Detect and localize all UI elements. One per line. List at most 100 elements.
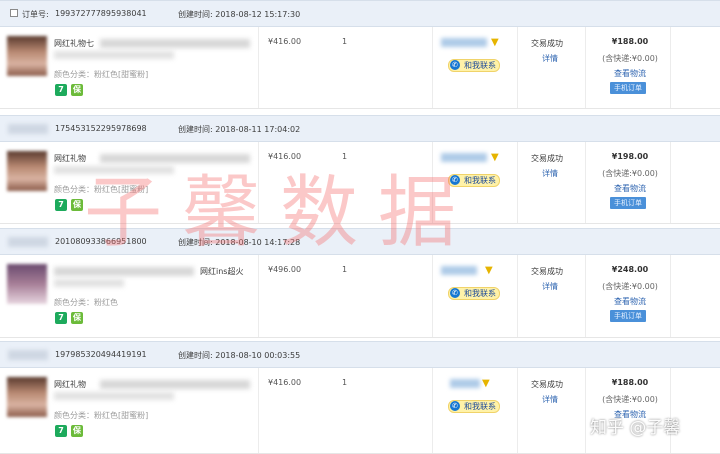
chat-bubble-icon: ✆ bbox=[450, 288, 460, 298]
product-title-link[interactable]: 网红礼物 bbox=[54, 153, 86, 164]
quantity: 1 bbox=[342, 152, 348, 161]
seller-name-link[interactable] bbox=[441, 266, 477, 275]
view-logistics-link[interactable]: 查看物流 bbox=[600, 296, 660, 307]
unit-price: ¥416.00 bbox=[268, 37, 302, 46]
blurred-title-text bbox=[100, 380, 250, 389]
product-thumbnail[interactable] bbox=[7, 377, 47, 417]
unit-price: ¥416.00 bbox=[268, 152, 302, 161]
trade-status: 交易成功 bbox=[531, 380, 563, 389]
blurred-title-text bbox=[54, 392, 174, 400]
product-attribute: 颜色分类：粉红色[甜蜜粉] bbox=[54, 411, 149, 420]
order-select-checkbox[interactable] bbox=[10, 9, 18, 17]
guarantee-icon[interactable]: 保 bbox=[71, 425, 83, 437]
order-header: 175453152295978698 创建时间: 2018-08-11 17:0… bbox=[0, 115, 720, 142]
order-detail-link[interactable]: 详情 bbox=[542, 394, 558, 405]
funnel-icon[interactable]: ▼ bbox=[482, 378, 490, 389]
guarantee-icon[interactable]: 保 bbox=[71, 84, 83, 96]
funnel-icon[interactable]: ▼ bbox=[485, 265, 493, 276]
funnel-icon[interactable]: ▼ bbox=[491, 37, 499, 48]
seven-day-return-icon[interactable]: 7 bbox=[55, 425, 67, 437]
order-detail-link[interactable]: 详情 bbox=[542, 168, 558, 179]
product-attribute: 颜色分类：粉红色 bbox=[54, 298, 118, 307]
order-item-row: 网红礼物七 颜色分类：粉红色[甜蜜粉] 7 保 ¥416.00 1 ▼ ✆ 和我联… bbox=[0, 27, 720, 109]
blurred-title-text bbox=[54, 166, 174, 174]
seller-name-link[interactable] bbox=[450, 379, 480, 388]
order-detail-link[interactable]: 详情 bbox=[542, 53, 558, 64]
chat-bubble-icon: ✆ bbox=[450, 60, 460, 70]
order-header: 197985320494419191 创建时间: 2018-08-10 00:0… bbox=[0, 341, 720, 368]
order-number-label: 订单号: bbox=[22, 10, 49, 19]
blurred-title-text bbox=[100, 154, 250, 163]
order-number: 201080933866951800 bbox=[55, 237, 147, 246]
funnel-icon[interactable]: ▼ bbox=[491, 152, 499, 163]
product-thumbnail[interactable] bbox=[7, 264, 47, 304]
order-number: 199372777895938041 bbox=[55, 9, 147, 18]
seller-name-link[interactable] bbox=[441, 38, 487, 47]
mobile-order-tag: 手机订单 bbox=[610, 197, 646, 209]
seller-name-link[interactable] bbox=[441, 153, 487, 162]
quantity: 1 bbox=[342, 265, 348, 274]
seven-day-return-icon[interactable]: 7 bbox=[55, 84, 67, 96]
product-thumbnail[interactable] bbox=[7, 151, 47, 191]
blurred-title-text bbox=[54, 279, 124, 287]
contact-seller-button[interactable]: ✆ 和我联系 bbox=[448, 174, 500, 187]
view-logistics-link[interactable]: 查看物流 bbox=[600, 68, 660, 79]
blurred-order-label bbox=[8, 350, 48, 360]
trade-status: 交易成功 bbox=[531, 39, 563, 48]
contact-seller-button[interactable]: ✆ 和我联系 bbox=[448, 287, 500, 300]
unit-price: ¥496.00 bbox=[268, 265, 302, 274]
shipping-fee: (含快递:¥0.00) bbox=[602, 169, 658, 178]
order-header: 订单号: 199372777895938041 创建时间: 2018-08-12… bbox=[0, 0, 720, 27]
guarantee-icon[interactable]: 保 bbox=[71, 199, 83, 211]
contact-seller-button[interactable]: ✆ 和我联系 bbox=[448, 400, 500, 413]
seven-day-return-icon[interactable]: 7 bbox=[55, 312, 67, 324]
guarantee-icon[interactable]: 保 bbox=[71, 312, 83, 324]
contact-label: 和我联系 bbox=[464, 402, 496, 411]
seven-day-return-icon[interactable]: 7 bbox=[55, 199, 67, 211]
order-item-row: 网红礼物 颜色分类：粉红色[甜蜜粉] 7 保 ¥416.00 1 ▼ ✆ 和我联系… bbox=[0, 368, 720, 454]
product-title-link[interactable]: 网红ins超火 bbox=[200, 266, 243, 277]
order-item-row: 网红ins超火 颜色分类：粉红色 7 保 ¥496.00 1 ▼ ✆ 和我联系 交… bbox=[0, 255, 720, 338]
blurred-title-text bbox=[54, 51, 174, 59]
product-title-link[interactable]: 网红礼物七 bbox=[54, 38, 94, 49]
order-item-row: 网红礼物 颜色分类：粉红色[甜蜜粉] 7 保 ¥416.00 1 ▼ ✆ 和我联系… bbox=[0, 142, 720, 224]
order-number: 197985320494419191 bbox=[55, 350, 147, 359]
mobile-order-tag: 手机订单 bbox=[610, 82, 646, 94]
chat-bubble-icon: ✆ bbox=[450, 401, 460, 411]
order-total: ¥188.00 bbox=[611, 37, 649, 46]
order-created-time: 创建时间: 2018-08-10 00:03:55 bbox=[178, 351, 301, 360]
source-watermark: 知乎 @子馨 bbox=[590, 418, 681, 438]
chat-bubble-icon: ✆ bbox=[450, 175, 460, 185]
shipping-fee: (含快递:¥0.00) bbox=[602, 282, 658, 291]
order-card: 订单号: 199372777895938041 创建时间: 2018-08-12… bbox=[0, 0, 720, 109]
product-attribute: 颜色分类：粉红色[甜蜜粉] bbox=[54, 185, 149, 194]
shipping-fee: (含快递:¥0.00) bbox=[602, 54, 658, 63]
order-detail-link[interactable]: 详情 bbox=[542, 281, 558, 292]
order-created-time: 创建时间: 2018-08-12 15:17:30 bbox=[178, 10, 301, 19]
contact-label: 和我联系 bbox=[464, 176, 496, 185]
order-card: 175453152295978698 创建时间: 2018-08-11 17:0… bbox=[0, 115, 720, 224]
order-created-time: 创建时间: 2018-08-10 14:17:28 bbox=[178, 238, 301, 247]
contact-label: 和我联系 bbox=[464, 61, 496, 70]
product-attribute: 颜色分类：粉红色[甜蜜粉] bbox=[54, 70, 149, 79]
blurred-order-label bbox=[8, 124, 48, 134]
trade-status: 交易成功 bbox=[531, 154, 563, 163]
trade-status: 交易成功 bbox=[531, 267, 563, 276]
blurred-order-label bbox=[8, 237, 48, 247]
quantity: 1 bbox=[342, 37, 348, 46]
quantity: 1 bbox=[342, 378, 348, 387]
product-thumbnail[interactable] bbox=[7, 36, 47, 76]
shipping-fee: (含快递:¥0.00) bbox=[602, 395, 658, 404]
product-title-link[interactable]: 网红礼物 bbox=[54, 379, 86, 390]
blurred-title-text bbox=[54, 267, 194, 276]
unit-price: ¥416.00 bbox=[268, 378, 302, 387]
order-created-time: 创建时间: 2018-08-11 17:04:02 bbox=[178, 125, 301, 134]
order-header: 201080933866951800 创建时间: 2018-08-10 14:1… bbox=[0, 228, 720, 255]
mobile-order-tag: 手机订单 bbox=[610, 310, 646, 322]
order-total: ¥248.00 bbox=[611, 265, 649, 274]
order-number: 175453152295978698 bbox=[55, 124, 147, 133]
view-logistics-link[interactable]: 查看物流 bbox=[600, 183, 660, 194]
contact-label: 和我联系 bbox=[464, 289, 496, 298]
contact-seller-button[interactable]: ✆ 和我联系 bbox=[448, 59, 500, 72]
order-total: ¥188.00 bbox=[611, 378, 649, 387]
